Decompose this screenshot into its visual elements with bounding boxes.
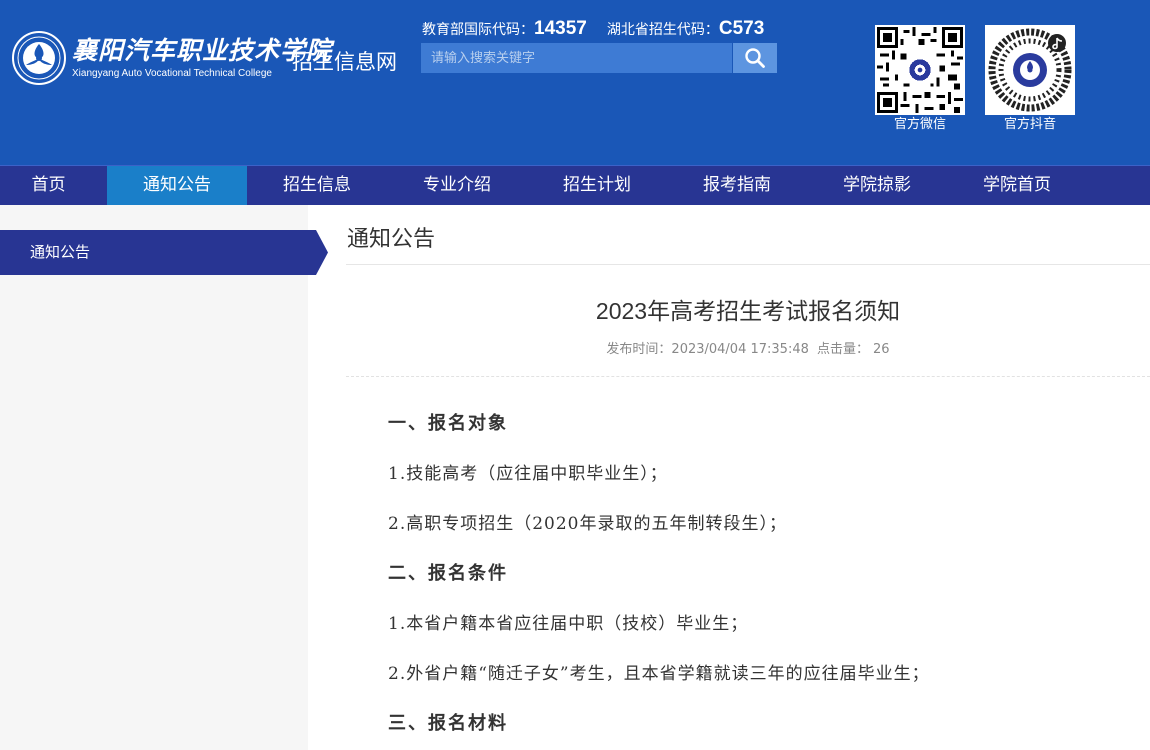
search-icon — [745, 48, 765, 68]
sidebar: 通知公告 — [0, 205, 328, 750]
section-divider — [346, 264, 1150, 265]
site-name: 招生信息网 — [292, 50, 397, 74]
article-paragraph: 1.本省户籍本省应往届中职（技校）毕业生； — [388, 614, 749, 634]
hubei-code-label: 湖北省招生代码： — [606, 22, 719, 38]
article-meta: 发布时间：2023/04/04 17:35:48 点击量： 26 — [346, 338, 1150, 357]
nav-item-campus-gallery[interactable]: 学院掠影 — [807, 166, 947, 205]
wechat-qr-icon — [877, 27, 963, 113]
article-heading: 三、报名材料 — [388, 713, 508, 734]
site-header: 襄阳汽车职业技术学院 Xiangyang Auto Vocational Tec… — [0, 0, 1150, 165]
nav-item-college-home[interactable]: 学院首页 — [947, 166, 1087, 205]
main-nav: 首页 通知公告 招生信息 专业介绍 招生计划 报考指南 学院掠影 学院首页 — [0, 165, 1150, 205]
douyin-qr[interactable]: 官方抖音 — [985, 25, 1075, 133]
moe-code-value: 14357 — [534, 18, 587, 39]
search-button[interactable] — [733, 43, 777, 73]
publish-date: 2023/04/04 17:35:48 — [671, 342, 809, 357]
hubei-code-value: C573 — [718, 18, 765, 39]
moe-code-label: 教育部国际代码： — [422, 22, 534, 38]
nav-item-majors[interactable]: 专业介绍 — [387, 166, 527, 205]
nav-item-enrollment-plan[interactable]: 招生计划 — [527, 166, 667, 205]
enrollment-codes: 教育部国际代码：14357 湖北省招生代码：C573 — [422, 18, 764, 40]
meta-divider — [346, 376, 1150, 377]
article-title: 2023年高考招生考试报名须知 — [595, 298, 901, 324]
search-input[interactable] — [421, 43, 733, 73]
college-emblem-icon — [12, 31, 66, 85]
nav-item-home[interactable]: 首页 — [0, 166, 107, 205]
sidebar-item-notices[interactable]: 通知公告 — [0, 230, 328, 275]
article-paragraph: 2.高职专项招生（2020年录取的五年制转段生）； — [388, 514, 787, 534]
hits-count: 26 — [873, 342, 890, 357]
hits-label: 点击量： — [817, 342, 870, 357]
douyin-qr-icon — [988, 28, 1072, 112]
nav-item-notices[interactable]: 通知公告 — [107, 166, 247, 205]
college-logo[interactable]: 襄阳汽车职业技术学院 Xiangyang Auto Vocational Tec… — [12, 30, 332, 86]
search-bar — [421, 43, 777, 73]
douyin-qr-label: 官方抖音 — [1003, 117, 1056, 132]
sidebar-item-label: 通知公告 — [30, 243, 91, 261]
wechat-qr[interactable]: 官方微信 — [875, 25, 965, 133]
wechat-qr-label: 官方微信 — [893, 117, 946, 132]
nav-item-application-guide[interactable]: 报考指南 — [667, 166, 807, 205]
article-heading: 一、报名对象 — [388, 413, 508, 434]
article-heading: 二、报名条件 — [388, 563, 508, 584]
nav-item-admission-info[interactable]: 招生信息 — [247, 166, 387, 205]
article-paragraph: 1.技能高考（应往届中职毕业生）； — [388, 464, 668, 484]
section-title: 通知公告 — [347, 227, 436, 252]
article-paragraph: 2.外省户籍“随迁子女”考生，且本省学籍就读三年的应往届毕业生； — [388, 664, 930, 684]
publish-date-label: 发布时间： — [606, 342, 672, 357]
